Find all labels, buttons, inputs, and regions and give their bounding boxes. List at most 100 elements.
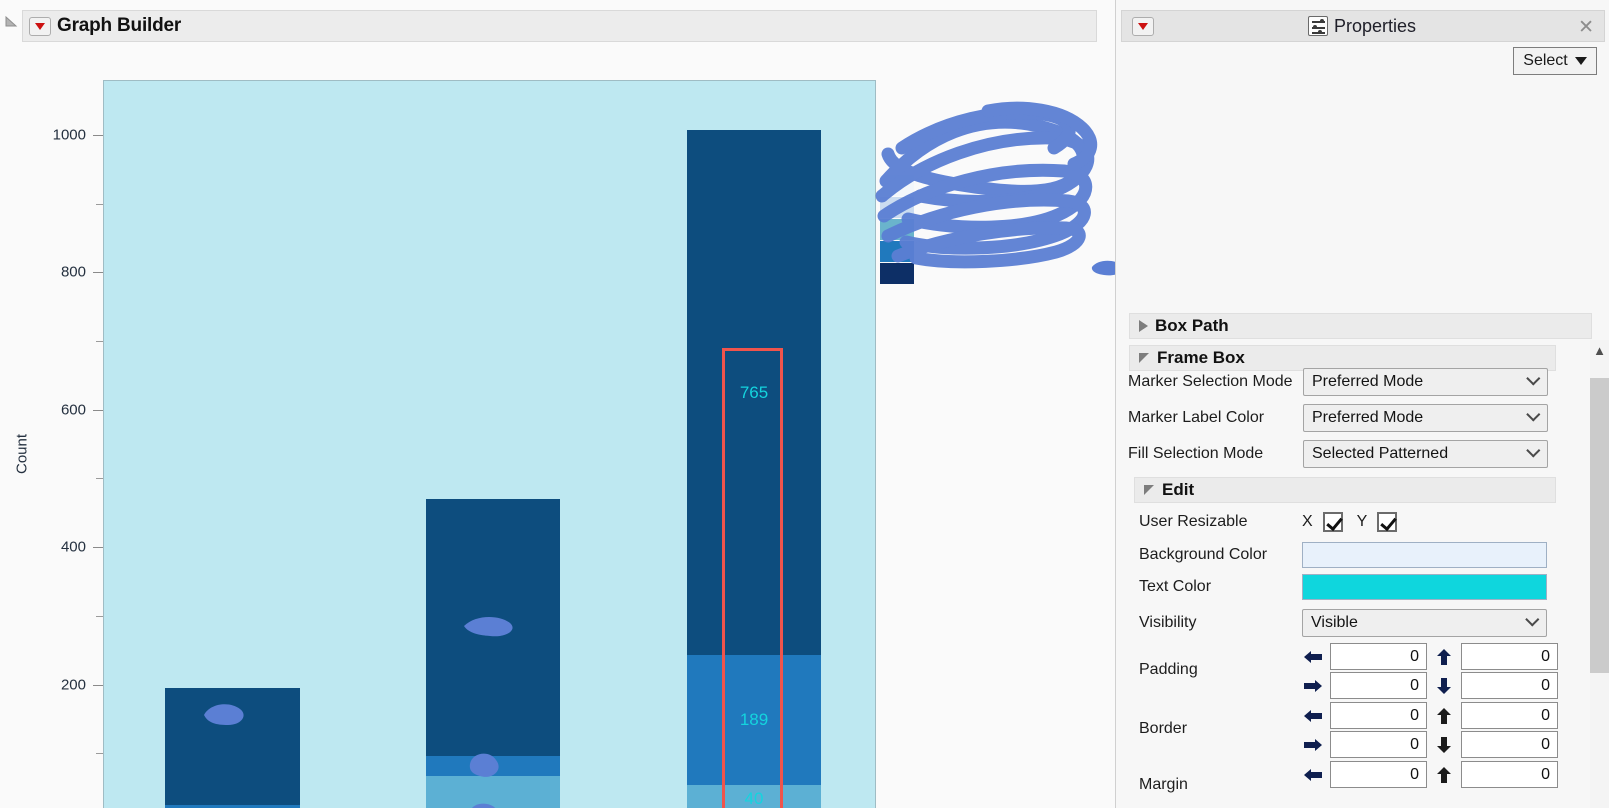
row-border-bottom: 0 0 bbox=[1302, 731, 1558, 758]
combo-fill-selection-mode[interactable]: Selected Patterned bbox=[1303, 440, 1548, 468]
input-margin-left[interactable]: 0 bbox=[1330, 761, 1427, 788]
row-visibility: Visibility Visible bbox=[1139, 609, 1569, 637]
y-tick-minor bbox=[96, 615, 103, 617]
input-padding-right[interactable]: 0 bbox=[1330, 672, 1427, 699]
properties-sliders-icon bbox=[1307, 16, 1328, 36]
label-resizable-x: X bbox=[1302, 513, 1313, 530]
red-triangle-menu-icon[interactable] bbox=[1132, 16, 1154, 36]
combo-value: Preferred Mode bbox=[1312, 373, 1424, 390]
input-border-top[interactable]: 0 bbox=[1461, 702, 1558, 729]
y-tick-label: 200 bbox=[60, 676, 86, 694]
bar-segment-level-4[interactable] bbox=[426, 498, 560, 757]
label-fill-selection-mode: Fill Selection Mode bbox=[1128, 445, 1264, 462]
y-tick-major bbox=[93, 134, 103, 136]
legend-swatch bbox=[880, 263, 914, 284]
graph-builder-titlebar: Graph Builder bbox=[22, 10, 1097, 42]
input-margin-top[interactable]: 0 bbox=[1461, 761, 1558, 788]
input-padding-bottom[interactable]: 0 bbox=[1461, 672, 1558, 699]
combo-marker-label-color[interactable]: Preferred Mode bbox=[1303, 404, 1548, 432]
row-padding-top: 0 0 bbox=[1302, 643, 1558, 670]
legend bbox=[880, 175, 918, 285]
y-tick-minor bbox=[96, 753, 103, 755]
legend-swatch bbox=[880, 241, 914, 262]
label-user-resizable: User Resizable bbox=[1139, 513, 1248, 530]
swatch-background-color[interactable] bbox=[1302, 542, 1547, 568]
label-marker-label-color: Marker Label Color bbox=[1128, 409, 1265, 426]
label-border: Border bbox=[1139, 720, 1188, 737]
graph-builder-disclosure-icon[interactable] bbox=[5, 15, 18, 28]
properties-scrollbar[interactable]: ▲ bbox=[1590, 340, 1609, 808]
bar-2[interactable] bbox=[426, 498, 560, 808]
page-title: Graph Builder bbox=[57, 15, 182, 36]
combo-value: Selected Patterned bbox=[1312, 445, 1449, 462]
bar-segment-level-4[interactable] bbox=[165, 688, 300, 806]
row-border-top: 0 0 bbox=[1302, 702, 1558, 729]
legend-swatch bbox=[880, 197, 914, 218]
arrow-left-icon bbox=[1302, 649, 1324, 665]
row-text-color: Text Color bbox=[1139, 574, 1569, 600]
arrow-left-icon bbox=[1302, 767, 1324, 783]
combo-value: Visible bbox=[1311, 614, 1358, 631]
red-triangle-menu-icon[interactable] bbox=[29, 16, 51, 36]
checkbox-user-resizable-y[interactable] bbox=[1377, 512, 1398, 532]
select-button-label: Select bbox=[1523, 52, 1568, 69]
select-button[interactable]: Select bbox=[1513, 47, 1597, 75]
legend-swatch bbox=[880, 175, 914, 196]
arrow-down-icon bbox=[1433, 736, 1455, 754]
y-tick-minor bbox=[96, 478, 103, 480]
section-box-path-label: Box Path bbox=[1155, 316, 1229, 335]
legend-swatch bbox=[880, 219, 914, 240]
application-window: Graph Builder Count 02004006008001000 40… bbox=[0, 0, 1609, 808]
arrow-up-icon bbox=[1433, 766, 1455, 784]
swatch-text-color[interactable] bbox=[1302, 574, 1547, 600]
arrow-right-icon bbox=[1302, 678, 1324, 694]
scroll-up-icon[interactable]: ▲ bbox=[1590, 340, 1609, 361]
y-tick-major bbox=[93, 272, 103, 274]
y-tick-label: 600 bbox=[60, 401, 86, 419]
row-marker-label-color: Marker Label Color Preferred Mode bbox=[1128, 404, 1558, 432]
properties-panel: Properties ✕ Select GraphBuilderTitleBox… bbox=[1115, 0, 1609, 808]
label-resizable-y: Y bbox=[1356, 513, 1368, 530]
properties-titlebar: Properties ✕ bbox=[1121, 10, 1605, 42]
combo-visibility[interactable]: Visible bbox=[1302, 609, 1547, 637]
y-tick-major bbox=[93, 684, 103, 686]
label-margin: Margin bbox=[1139, 776, 1188, 793]
input-border-left[interactable]: 0 bbox=[1330, 702, 1427, 729]
y-tick-major bbox=[93, 409, 103, 411]
input-border-right[interactable]: 0 bbox=[1330, 731, 1427, 758]
input-border-bottom[interactable]: 0 bbox=[1461, 731, 1558, 758]
label-visibility: Visibility bbox=[1139, 614, 1197, 631]
section-frame-box-label: Frame Box bbox=[1157, 348, 1245, 367]
input-padding-left[interactable]: 0 bbox=[1330, 643, 1427, 670]
row-user-resizable: User Resizable X Y bbox=[1139, 512, 1539, 532]
y-axis: Count 02004006008001000 bbox=[0, 80, 103, 808]
row-padding-bottom: 0 0 bbox=[1302, 672, 1558, 699]
label-marker-selection-mode: Marker Selection Mode bbox=[1128, 373, 1293, 390]
properties-title: Properties bbox=[1333, 15, 1417, 36]
scrollbar-thumb[interactable] bbox=[1590, 378, 1609, 673]
section-edit[interactable]: Edit bbox=[1134, 477, 1556, 503]
y-tick-major bbox=[93, 547, 103, 549]
input-padding-top[interactable]: 0 bbox=[1461, 643, 1558, 670]
combo-marker-selection-mode[interactable]: Preferred Mode bbox=[1303, 368, 1548, 396]
bar-1[interactable] bbox=[165, 688, 300, 808]
chart-container: Count 02004006008001000 40189765 bbox=[0, 48, 1124, 808]
label-text-color: Text Color bbox=[1139, 578, 1212, 595]
label-background-color: Background Color bbox=[1139, 546, 1268, 563]
arrow-up-icon bbox=[1433, 707, 1455, 725]
row-background-color: Background Color bbox=[1139, 542, 1569, 568]
chevron-down-icon bbox=[1139, 352, 1151, 364]
row-marker-selection-mode: Marker Selection Mode Preferred Mode bbox=[1128, 368, 1558, 396]
y-axis-title: Count bbox=[13, 433, 31, 475]
section-edit-label: Edit bbox=[1162, 480, 1195, 499]
y-tick-minor bbox=[96, 203, 103, 205]
section-box-path[interactable]: Box Path bbox=[1129, 313, 1592, 339]
row-margin-top: 0 0 bbox=[1302, 761, 1558, 788]
close-icon[interactable]: ✕ bbox=[1578, 18, 1594, 37]
y-tick-label: 400 bbox=[60, 538, 86, 556]
arrow-left-icon bbox=[1302, 708, 1324, 724]
bar-segment-level-2[interactable] bbox=[426, 775, 560, 808]
checkbox-user-resizable-x[interactable] bbox=[1322, 512, 1343, 532]
arrow-down-icon bbox=[1433, 677, 1455, 695]
bar-segment-level-3[interactable] bbox=[426, 756, 560, 776]
